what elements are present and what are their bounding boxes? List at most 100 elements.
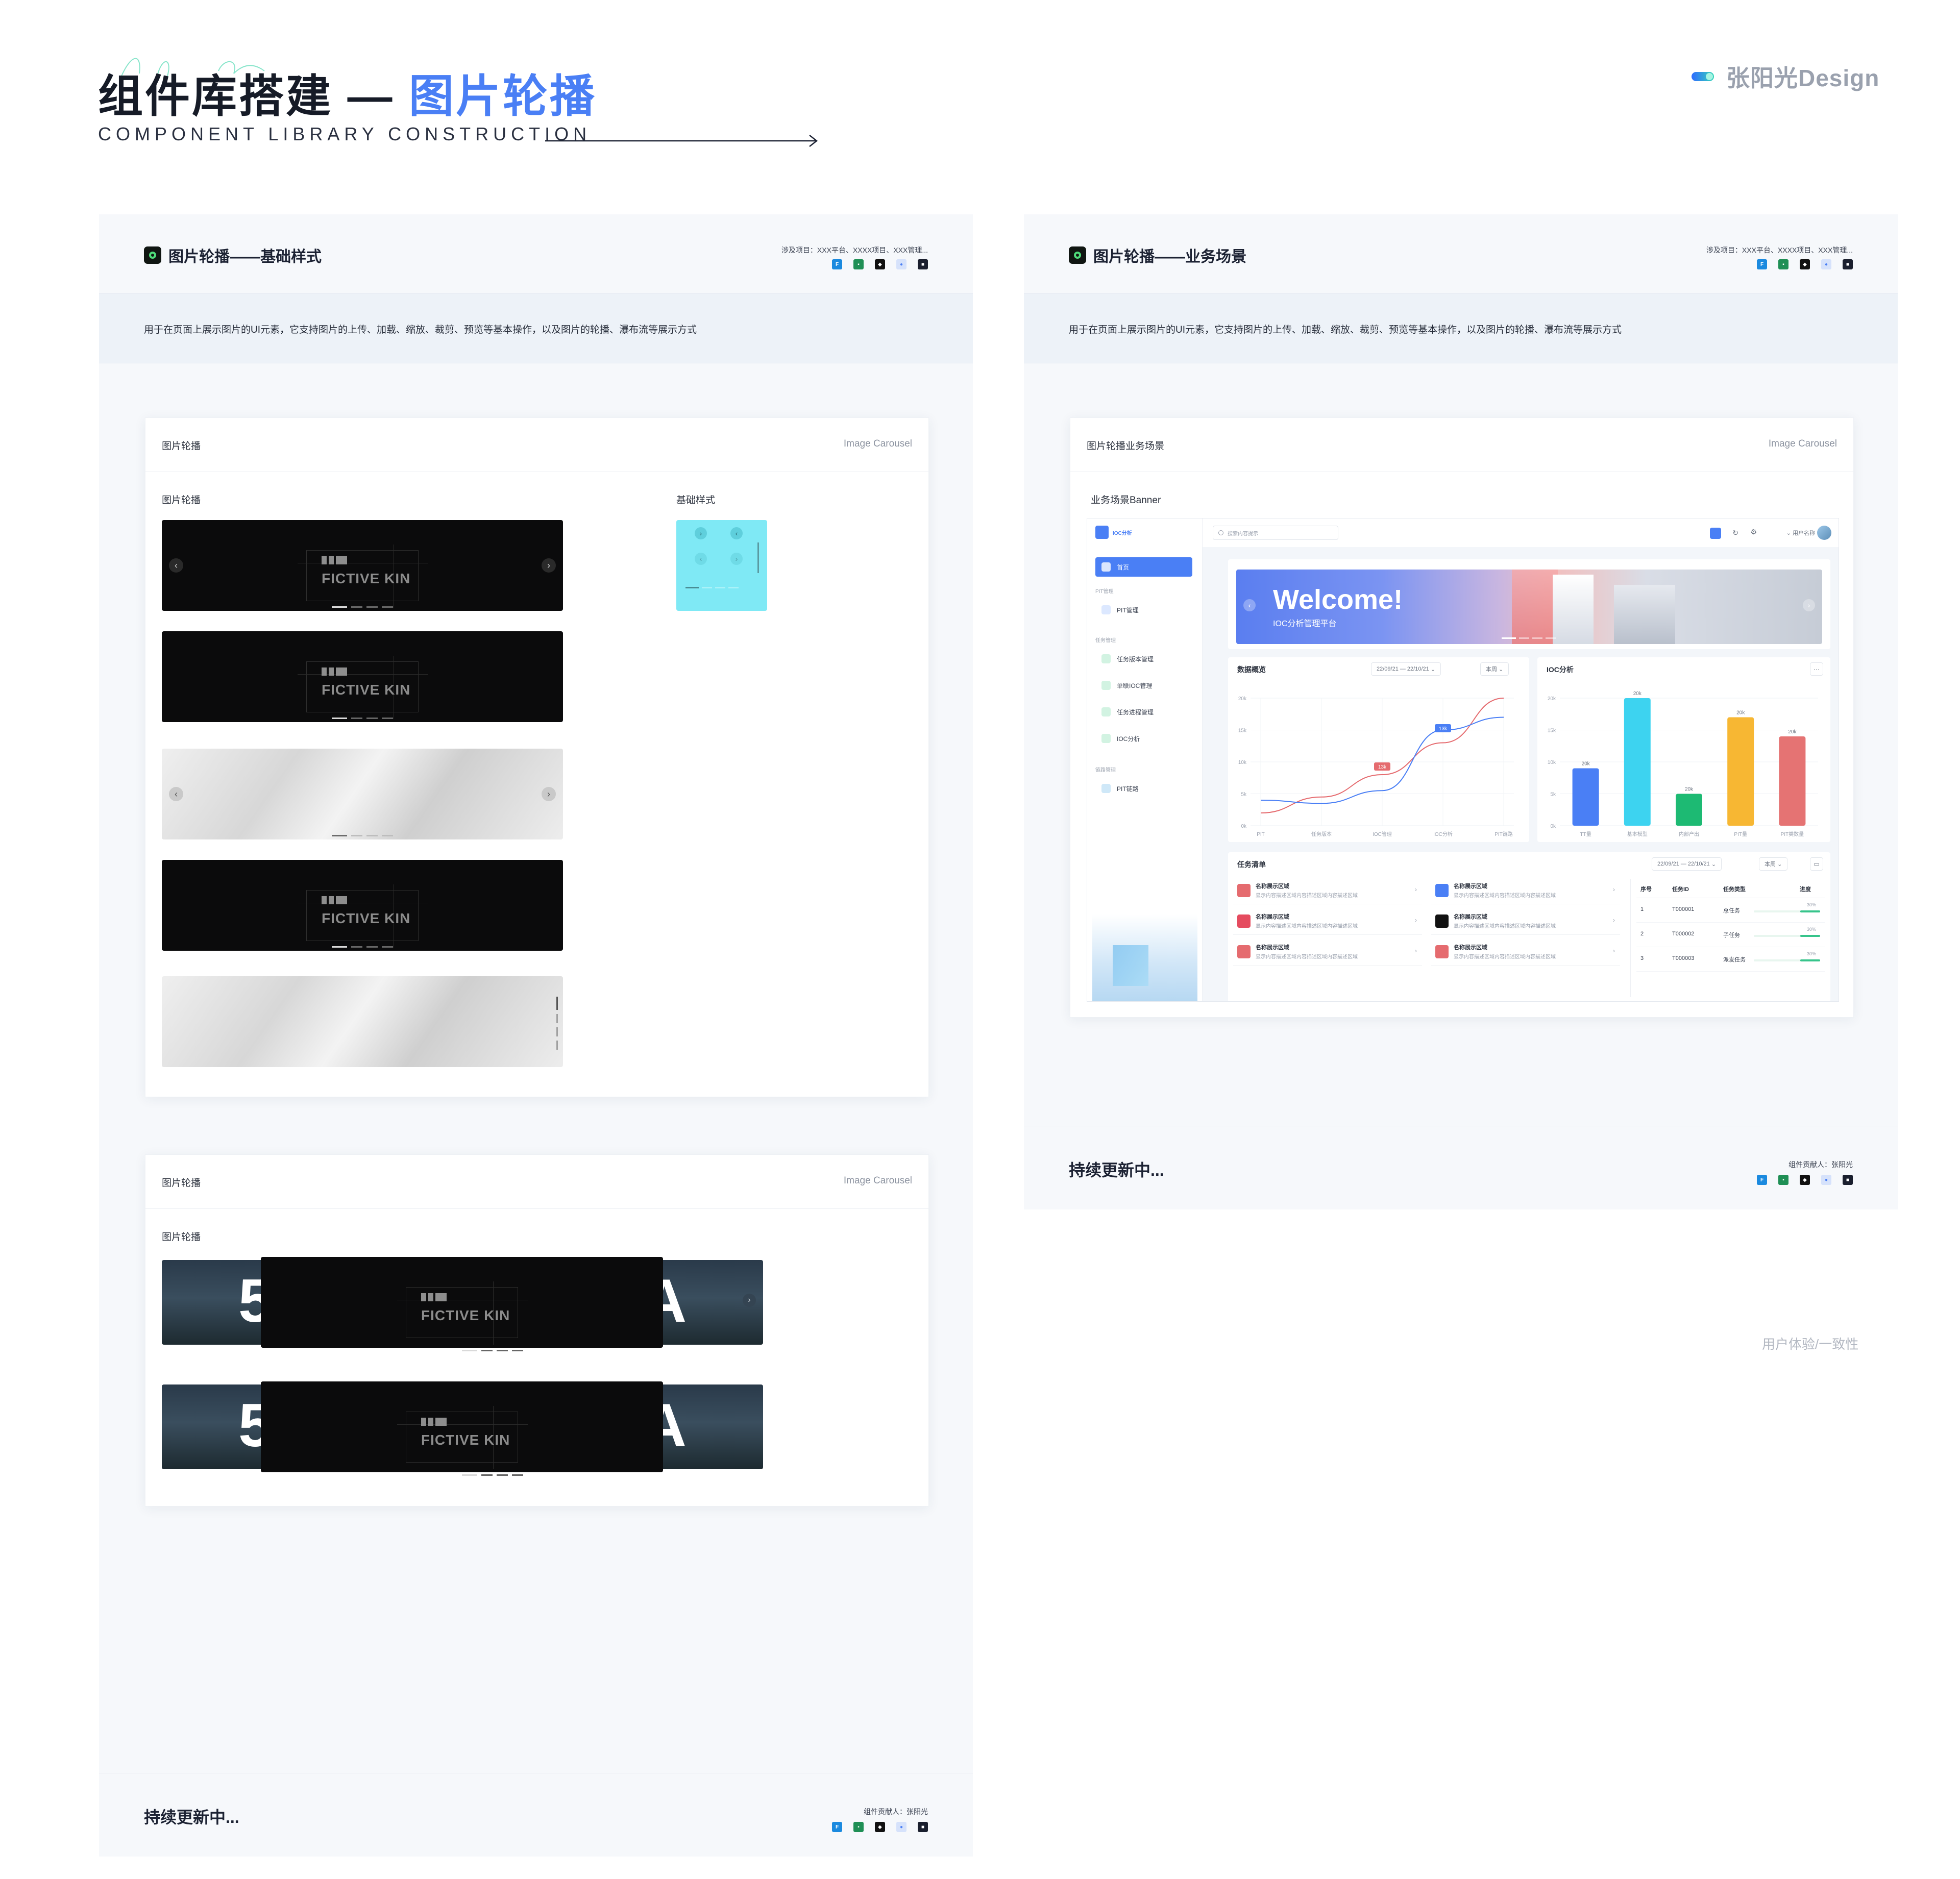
refresh-icon[interactable]: ↻ <box>1732 529 1738 537</box>
overview-title: 数据概览 <box>1237 665 1266 674</box>
sidebar-item-task-version[interactable]: 任务版本管理 <box>1095 649 1192 669</box>
welcome-banner[interactable]: Welcome! IOC分析管理平台 ‹ › <box>1236 570 1822 644</box>
carousel-banner[interactable]: ‹ › <box>162 749 563 839</box>
arrow-right-icon <box>545 135 818 147</box>
fictive-kin-logo: FICTIVE KIN <box>298 656 428 719</box>
y-tick-label: 20k <box>1548 696 1556 702</box>
task-table: 序号 任务ID 任务类型 进度 1 T000001 总任务 30% 2 T000002 子任务 30%… <box>1636 880 1825 972</box>
app-logo-icon <box>1095 526 1109 539</box>
table-cell: T000001 <box>1672 906 1695 912</box>
carousel-vertical-dots[interactable] <box>556 997 558 1050</box>
task-list-item[interactable]: 名称展示区域 显示内容描述区域内容描述区域内容描述区域 › <box>1431 939 1620 966</box>
chevron-right-icon: › <box>1613 947 1615 954</box>
carousel-banner-front[interactable]: FICTIVE KIN <box>261 1381 663 1472</box>
terminal-icon: ■ <box>1843 1175 1853 1185</box>
task-list-item[interactable]: 名称展示区域 显示内容描述区域内容描述区域内容描述区域 › <box>1233 939 1422 966</box>
next-arrow-icon[interactable]: › <box>542 558 556 573</box>
carousel-banner-front[interactable]: FICTIVE KIN <box>261 1257 663 1348</box>
x-tick-label: PIT <box>1257 832 1265 837</box>
card-subtitle: Image Carousel <box>843 1175 912 1186</box>
sidebar-item-pit[interactable]: PIT管理 <box>1095 600 1192 620</box>
sidebar-item-pit-link[interactable]: PIT链路 <box>1095 779 1192 798</box>
notification-icon[interactable] <box>1710 528 1721 539</box>
table-row[interactable]: 2 T000002 子任务 30% <box>1636 923 1825 947</box>
table-cell: 派发任务 <box>1723 957 1746 963</box>
card-subtitle: Image Carousel <box>843 438 912 449</box>
prev-arrow-icon[interactable]: ‹ <box>169 558 183 573</box>
y-tick-label: 10k <box>1548 760 1556 765</box>
y-tick-label: 10k <box>1238 760 1247 765</box>
welcome-card: Welcome! IOC分析管理平台 ‹ › <box>1228 559 1830 649</box>
period-select[interactable]: 本周 ⌄ <box>1480 662 1509 676</box>
task-item-icon <box>1237 914 1251 928</box>
progress-bar <box>1754 959 1820 961</box>
table-header-cell: 任务类型 <box>1723 886 1746 893</box>
prev-arrow-icon: ‹ <box>695 553 707 565</box>
table-header-cell: 进度 <box>1800 886 1811 893</box>
more-icon[interactable]: ··· <box>1810 662 1823 676</box>
carousel-banner[interactable]: FICTIVE KIN ‹ › <box>162 520 563 611</box>
carousel-dots[interactable] <box>1502 637 1556 639</box>
task-item-icon <box>1237 884 1251 897</box>
card-title: 图片轮播业务场景 <box>1087 441 1165 452</box>
carousel-dots[interactable] <box>332 835 393 836</box>
table-row[interactable]: 1 T000001 总任务 30% <box>1636 898 1825 923</box>
period-select[interactable]: 本周 ⌄ <box>1759 857 1788 871</box>
bar-value-label: 20k <box>1685 787 1694 793</box>
table-cell: 2 <box>1640 931 1644 937</box>
y-tick-label: 5k <box>1241 792 1247 798</box>
figma-icon: F <box>1757 259 1767 269</box>
side-note: 用户体验/一致性 <box>1762 1337 1859 1352</box>
vertical-indicator <box>757 542 759 573</box>
progress-label: 30% <box>1807 902 1817 907</box>
avatar[interactable] <box>1817 526 1831 540</box>
carousel-dots[interactable] <box>332 946 393 948</box>
section-label-basic: 基础样式 <box>676 495 716 506</box>
search-input[interactable]: 搜索内容提示 <box>1213 526 1338 540</box>
chevron-right-icon: › <box>1415 947 1417 954</box>
bar <box>1572 768 1599 826</box>
carousel-dots[interactable] <box>462 1474 523 1503</box>
table-row[interactable]: 3 T000003 派发任务 30% <box>1636 947 1825 972</box>
sidebar-item-task-process[interactable]: 任务进程管理 <box>1095 702 1192 722</box>
dashboard-preview: IOC分析 首页 PIT管理 PIT管理 任务管理 任务版本管理 单联IOC管理… <box>1087 518 1839 1002</box>
task-list-item[interactable]: 名称展示区域 显示内容描述区域内容描述区域内容描述区域 › <box>1431 908 1620 935</box>
task-item-title: 名称展示区域 <box>1454 883 1487 889</box>
chevron-right-icon: › <box>1613 886 1615 893</box>
carousel-banner[interactable] <box>162 976 563 1067</box>
next-arrow-icon[interactable]: › <box>1803 599 1815 611</box>
dashboard-topbar: 搜索内容提示 ↻ ⚙ ⌄ 用户名称 <box>1203 518 1839 547</box>
section-label: 图片轮播 <box>162 1232 201 1243</box>
user-menu[interactable]: ⌄ 用户名称 <box>1786 529 1815 537</box>
prev-arrow-icon[interactable]: ‹ <box>1243 599 1256 611</box>
sidebar-item-home[interactable]: 首页 <box>1095 557 1192 577</box>
section-label: 业务场景Banner <box>1091 495 1161 506</box>
y-tick-label: 0k <box>1550 824 1556 829</box>
fictive-kin-logo: FICTIVE KIN <box>298 884 428 948</box>
carousel-banner[interactable]: FICTIVE KIN <box>162 860 563 951</box>
task-item-title: 名称展示区域 <box>1454 945 1487 951</box>
date-range-select[interactable]: 22/09/21 — 22/10/21 ⌄ <box>1652 857 1722 871</box>
carousel-dots[interactable] <box>332 606 393 608</box>
carousel-dots[interactable] <box>332 718 393 719</box>
next-arrow-icon[interactable]: › <box>542 787 556 801</box>
welcome-title: Welcome! <box>1273 584 1403 615</box>
sidebar-item-ioc-analysis[interactable]: IOC分析 <box>1095 729 1192 748</box>
sidebar-item-ioc[interactable]: 单联IOC管理 <box>1095 676 1192 695</box>
task-list-item[interactable]: 名称展示区域 显示内容描述区域内容描述区域内容描述区域 › <box>1431 878 1620 904</box>
indicator-dots <box>685 587 739 588</box>
search-icon <box>1218 530 1223 535</box>
line-chart: 0k 5k 10k 15k 20k PIT 任务版本 IOC管理 IOC分析 PIT链路 13k 13… <box>1238 696 1514 837</box>
prev-arrow-icon[interactable]: ‹ <box>169 787 183 801</box>
folder-icon[interactable]: ▭ <box>1810 857 1823 871</box>
task-list-item[interactable]: 名称展示区域 显示内容描述区域内容描述区域内容描述区域 › <box>1233 908 1422 935</box>
task-list-item[interactable]: 名称展示区域 显示内容描述区域内容描述区域内容描述区域 › <box>1233 878 1422 904</box>
tool-icon: ◆ <box>1800 1175 1810 1185</box>
business-card: 图片轮播业务场景 Image Carousel 业务场景Banner IOC分析… <box>1070 417 1854 1018</box>
x-tick-label: 基本模型 <box>1627 831 1648 837</box>
date-range-select[interactable]: 22/09/21 — 22/10/21 ⌄ <box>1371 662 1441 676</box>
carousel-banner[interactable]: FICTIVE KIN <box>162 631 563 722</box>
settings-icon[interactable]: ⚙ <box>1750 528 1757 536</box>
cloud-icon: ● <box>1821 259 1831 269</box>
next-arrow-icon[interactable]: › <box>743 1294 756 1307</box>
